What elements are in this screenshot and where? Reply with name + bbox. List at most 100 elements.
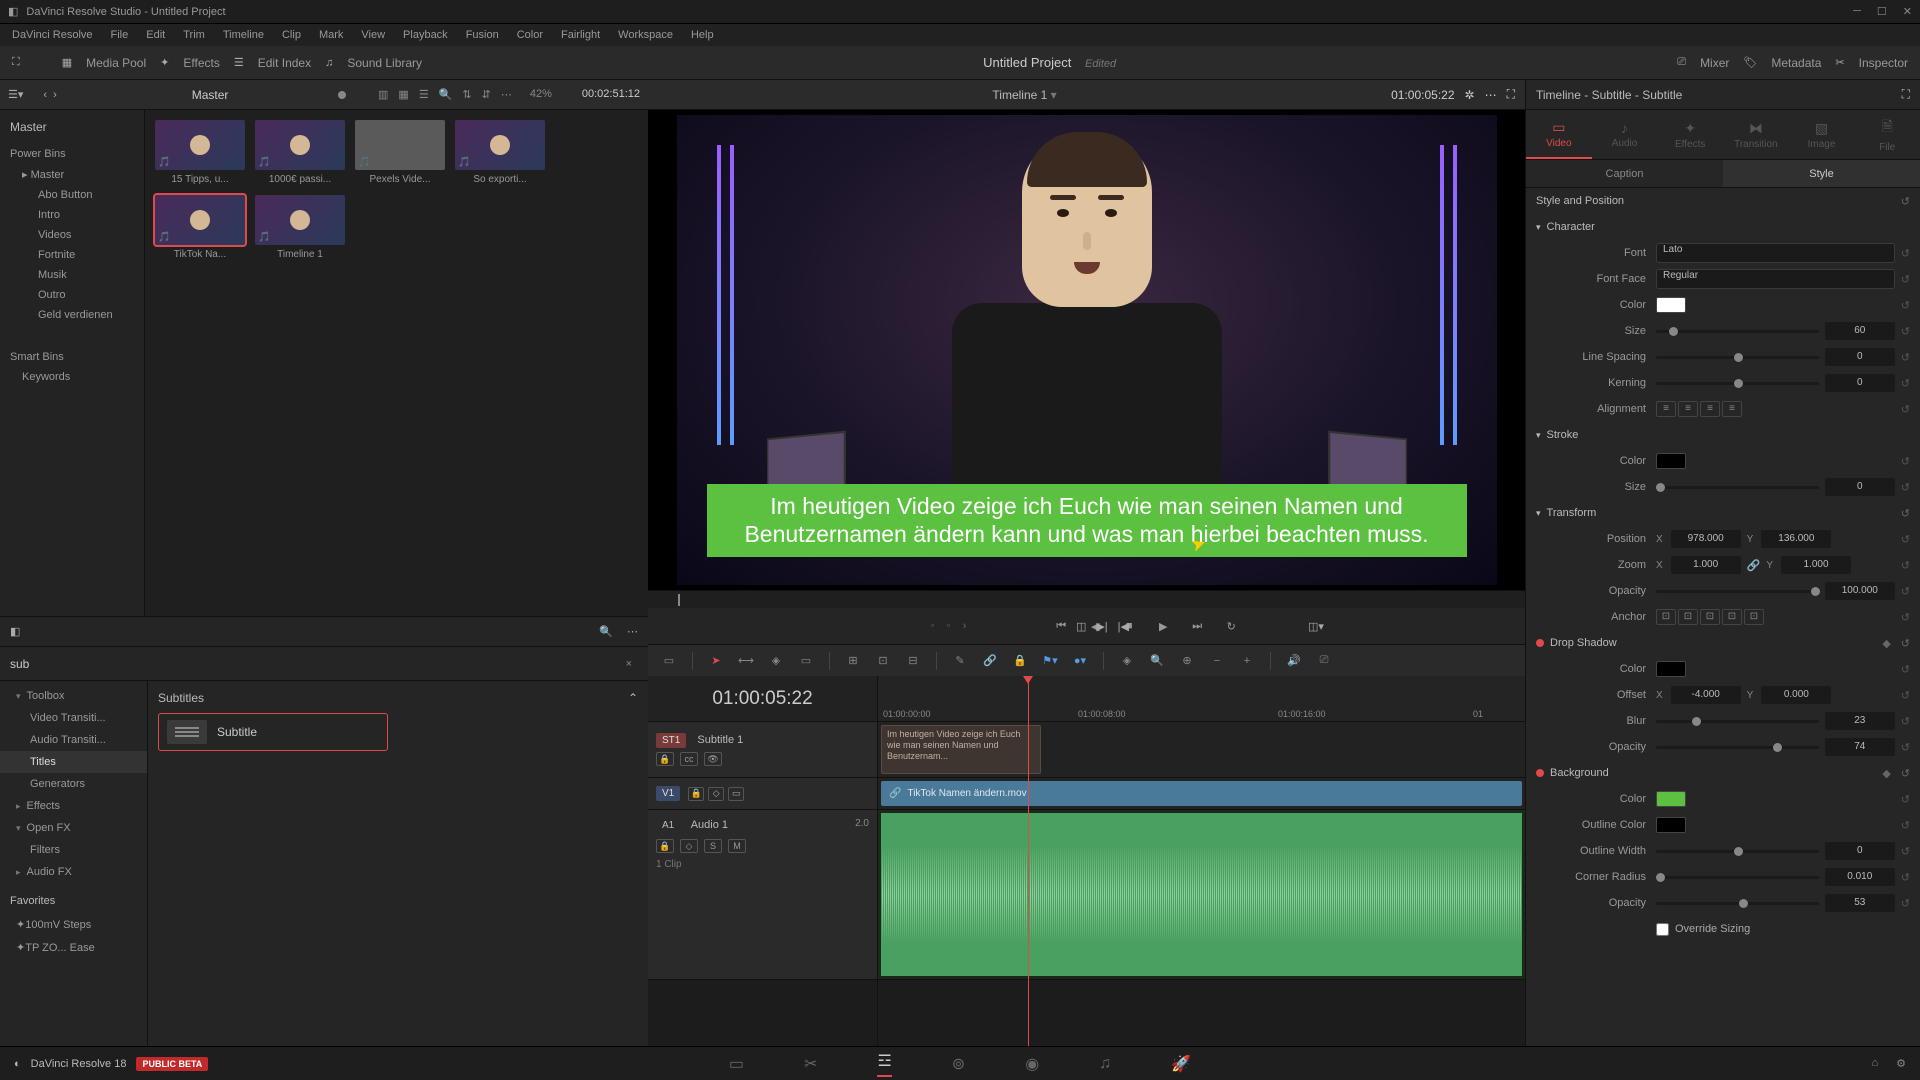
ds-offset-x[interactable]: -4.000 <box>1671 686 1741 704</box>
fx-fav-1[interactable]: ✦ 100mV Steps <box>0 913 147 936</box>
reset-icon[interactable]: ↺ <box>1901 299 1910 312</box>
subtitle-effect-item[interactable]: Subtitle <box>158 713 388 751</box>
page-edit[interactable]: ☲ <box>877 1051 891 1077</box>
viewer-timeline-name[interactable]: Timeline 1 <box>992 88 1047 102</box>
viewer-settings-icon[interactable]: ✲ <box>1465 88 1475 102</box>
tab-video[interactable]: ▭Video <box>1526 110 1592 159</box>
tab-audio[interactable]: ♪Audio <box>1592 110 1658 159</box>
filter-icon[interactable]: ⇅ <box>462 88 471 101</box>
insert-clip-icon[interactable]: ⊞ <box>842 650 864 672</box>
v1-auto[interactable]: ◇ <box>708 787 724 801</box>
reset-icon[interactable]: ↺ <box>1901 897 1910 910</box>
reset-icon[interactable]: ↺ <box>1901 819 1910 832</box>
dropshadow-header[interactable]: Drop Shadow <box>1550 637 1617 649</box>
a1-lock[interactable]: 🔒 <box>656 839 674 853</box>
bin-abo-button[interactable]: Abo Button <box>0 185 144 205</box>
fx-titles[interactable]: Titles <box>0 751 147 773</box>
first-frame-button[interactable]: ⏮ <box>1050 615 1072 637</box>
align-right[interactable]: ≡ <box>1700 401 1720 417</box>
anchor-5[interactable]: ⊡ <box>1744 609 1764 625</box>
loop-button[interactable]: ↻ <box>1220 615 1242 637</box>
bg-outline-slider[interactable] <box>1656 850 1819 853</box>
tab-effects[interactable]: ✦Effects <box>1657 110 1723 159</box>
close-button[interactable]: ✕ <box>1903 5 1912 18</box>
flag-icon[interactable]: ⚑▾ <box>1039 650 1061 672</box>
reset-icon[interactable]: ↺ <box>1901 767 1910 780</box>
media-pool-label[interactable]: Media Pool <box>86 56 146 70</box>
video-clip[interactable]: TikTok Namen ändern.mov <box>881 781 1522 806</box>
subtab-style[interactable]: Style <box>1723 160 1920 187</box>
trim-tool[interactable]: ⟷ <box>735 650 757 672</box>
effects-icon[interactable]: ✦ <box>160 56 169 69</box>
reset-icon[interactable]: ↺ <box>1901 741 1910 754</box>
reset-icon[interactable]: ↺ <box>1901 377 1910 390</box>
reset-icon[interactable]: ↺ <box>1901 195 1910 208</box>
edit-index-label[interactable]: Edit Index <box>258 56 311 70</box>
nav-fwd[interactable]: › <box>53 89 57 101</box>
page-media[interactable]: ▭ <box>729 1054 744 1074</box>
tab-file[interactable]: 🗎File <box>1854 110 1920 159</box>
mixer-icon[interactable]: ⎚ <box>1677 56 1686 69</box>
fx-collapse[interactable]: ⌃ <box>628 691 638 705</box>
kerning-value[interactable]: 0 <box>1825 374 1895 392</box>
clip-item[interactable]: Pexels Vide... <box>355 120 445 185</box>
fx-more-icon[interactable]: ⋯ <box>627 625 638 638</box>
keyframe-icon[interactable]: ◆ <box>1882 767 1890 780</box>
menu-color[interactable]: Color <box>509 27 551 43</box>
link-icon[interactable]: 🔗 <box>979 650 1001 672</box>
reset-icon[interactable]: ↺ <box>1901 793 1910 806</box>
override-sizing-checkbox[interactable] <box>1656 923 1669 936</box>
color-swatch[interactable] <box>1656 297 1686 313</box>
selection-tool[interactable]: ➤ <box>705 650 727 672</box>
subtab-caption[interactable]: Caption <box>1526 160 1723 187</box>
menu-playback[interactable]: Playback <box>395 27 456 43</box>
reset-icon[interactable]: ↺ <box>1901 689 1910 702</box>
zoom-out-icon[interactable]: − <box>1206 650 1228 672</box>
fx-search-clear[interactable]: × <box>620 658 638 670</box>
fx-generators[interactable]: Generators <box>0 773 147 795</box>
fx-toolbox[interactable]: ▾Toolbox <box>0 685 147 707</box>
play-button[interactable]: ▶ <box>1152 615 1174 637</box>
background-header[interactable]: Background <box>1550 767 1609 779</box>
search-icon[interactable]: 🔍 <box>439 88 453 101</box>
clip-item[interactable]: So exporti... <box>455 120 545 185</box>
zoom-detail-icon[interactable]: 🔍 <box>1146 650 1168 672</box>
retime-icon[interactable]: ✎ <box>949 650 971 672</box>
bin-master[interactable]: Master <box>0 114 144 140</box>
align-justify[interactable]: ≡ <box>1722 401 1742 417</box>
reset-icon[interactable]: ↺ <box>1901 637 1910 650</box>
bg-corner-slider[interactable] <box>1656 876 1819 879</box>
a1-auto[interactable]: ◇ <box>680 839 698 853</box>
linespacing-slider[interactable] <box>1656 356 1819 359</box>
linespacing-value[interactable]: 0 <box>1825 348 1895 366</box>
home-icon[interactable]: ⌂ <box>1871 1057 1878 1070</box>
opacity-slider[interactable] <box>1656 590 1819 593</box>
menu-clip[interactable]: Clip <box>274 27 309 43</box>
bin-intro[interactable]: Intro <box>0 205 144 225</box>
menu-timeline[interactable]: Timeline <box>215 27 272 43</box>
anchor-2[interactable]: ⊡ <box>1678 609 1698 625</box>
chevron-right-icon[interactable]: › <box>963 620 967 632</box>
fx-video-transitions[interactable]: Video Transiti... <box>0 707 147 729</box>
overwrite-clip-icon[interactable]: ⊡ <box>872 650 894 672</box>
reset-icon[interactable]: ↺ <box>1901 351 1910 364</box>
nav-back[interactable]: ‹ <box>43 89 47 101</box>
menu-trim[interactable]: Trim <box>175 27 213 43</box>
minimize-button[interactable]: ─ <box>1853 5 1861 18</box>
clip-item[interactable]: TikTok Na... <box>155 195 245 260</box>
fx-search-input[interactable] <box>10 657 620 671</box>
ds-color[interactable] <box>1656 661 1686 677</box>
eye-toggle[interactable]: 👁 <box>704 752 722 766</box>
stroke-size-value[interactable]: 0 <box>1825 478 1895 496</box>
fx-audiofx[interactable]: ▸Audio FX <box>0 861 147 883</box>
character-header[interactable]: Character <box>1547 221 1595 233</box>
fx-panel-icon[interactable]: ◧ <box>10 625 20 638</box>
ds-opacity-slider[interactable] <box>1656 746 1819 749</box>
zoom-fit-icon[interactable]: ◈ <box>1116 650 1138 672</box>
cc-toggle[interactable]: cc <box>680 752 698 766</box>
menu-help[interactable]: Help <box>683 27 722 43</box>
mark-in-dot[interactable]: ◦ <box>931 620 935 632</box>
keyframe-icon[interactable]: ◆ <box>1882 637 1890 650</box>
font-select[interactable]: Lato <box>1656 243 1895 263</box>
timeline-ruler[interactable]: 01:00:00:00 01:00:08:00 01:00:16:00 01 <box>878 676 1525 722</box>
